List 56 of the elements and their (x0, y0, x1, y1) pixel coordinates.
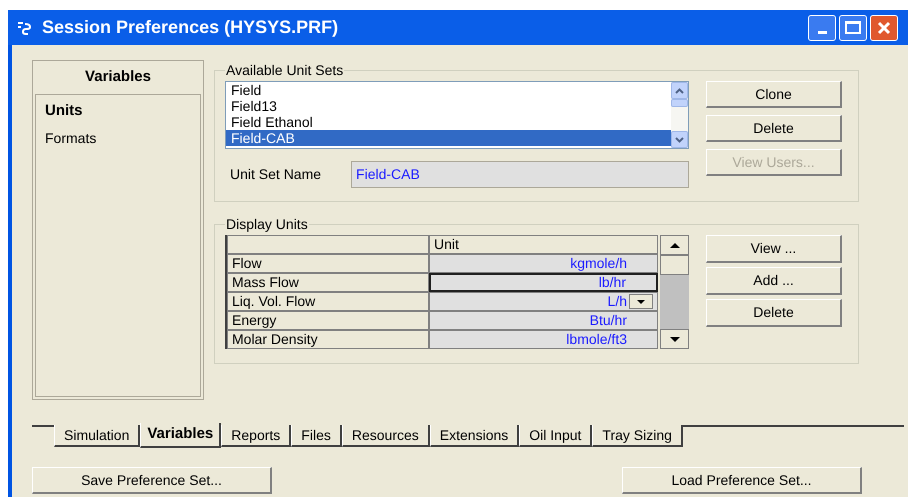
table-cell: Flow (227, 254, 429, 273)
scrollbar[interactable] (671, 82, 688, 148)
unit-value: Btu/hr (590, 311, 627, 330)
action-button[interactable]: Delete (706, 115, 842, 142)
tab[interactable]: Oil Input (519, 425, 592, 447)
sidebar-item[interactable]: Units (36, 96, 200, 125)
dropdown-button[interactable] (629, 294, 653, 309)
action-button[interactable]: Clone (706, 81, 842, 108)
minimize-button[interactable] (808, 14, 836, 40)
tab[interactable]: Files (291, 425, 342, 447)
group-title: Available Unit Sets (225, 61, 344, 80)
unit-value: lbmole/ft3 (566, 330, 627, 349)
table-cell: Energy (227, 311, 429, 330)
table-cell: Molar Density (227, 330, 429, 349)
scrollbar[interactable] (660, 235, 689, 349)
save-preference-button[interactable]: Save Preference Set... (32, 467, 272, 494)
field-label: Unit Set Name (230, 165, 322, 184)
tab[interactable]: Reports (221, 425, 292, 447)
sidebar-title: Variables (84, 67, 152, 87)
scroll-down-icon[interactable] (670, 336, 680, 342)
table-cell: Mass Flow (227, 273, 429, 292)
unit-cell[interactable]: lbmole/ft3 (429, 330, 658, 349)
unit-value: kgmole/h (570, 254, 627, 273)
list-item[interactable]: Field13 (226, 98, 671, 114)
action-button[interactable]: Delete (706, 299, 842, 327)
list-item[interactable]: Field (226, 82, 671, 98)
tab[interactable]: Simulation (54, 425, 140, 447)
action-button[interactable]: View ... (706, 235, 842, 263)
caret-icon (637, 300, 645, 304)
close-icon (876, 20, 892, 36)
app-icon (16, 20, 34, 36)
scroll-thumb[interactable] (671, 99, 688, 107)
maximize-button[interactable] (839, 14, 867, 40)
group-title: Display Units (225, 215, 309, 234)
tab[interactable]: Variables (140, 423, 222, 448)
scroll-up-icon[interactable] (670, 242, 680, 248)
table-cell: Liq. Vol. Flow (227, 292, 429, 311)
unit-value: lb/hr (598, 273, 626, 292)
unit-cell[interactable]: Btu/hr (429, 311, 658, 330)
scroll-thumb[interactable] (660, 255, 689, 275)
sidebar-item[interactable]: Formats (36, 125, 200, 152)
unit-set-name-field[interactable]: Field-CAB (351, 161, 689, 188)
load-preference-button[interactable]: Load Preference Set... (622, 467, 862, 494)
tab[interactable]: Tray Sizing (592, 425, 683, 447)
unit-cell[interactable]: L/h (429, 292, 658, 311)
close-button[interactable] (870, 14, 898, 40)
list-item[interactable]: Field Ethanol (226, 114, 671, 130)
tab[interactable]: Extensions (430, 425, 520, 447)
action-button[interactable]: Add ... (706, 267, 842, 295)
column-header: Unit (429, 235, 658, 254)
window-title: Session Preferences (HYSYS.PRF) (42, 16, 338, 39)
unit-cell[interactable]: kgmole/h (429, 254, 658, 273)
list-item[interactable]: Field-CAB (226, 130, 671, 146)
unit-value: L/h (608, 292, 627, 311)
tab[interactable]: Resources (342, 425, 430, 447)
unit-cell[interactable]: lb/hr (429, 273, 658, 292)
